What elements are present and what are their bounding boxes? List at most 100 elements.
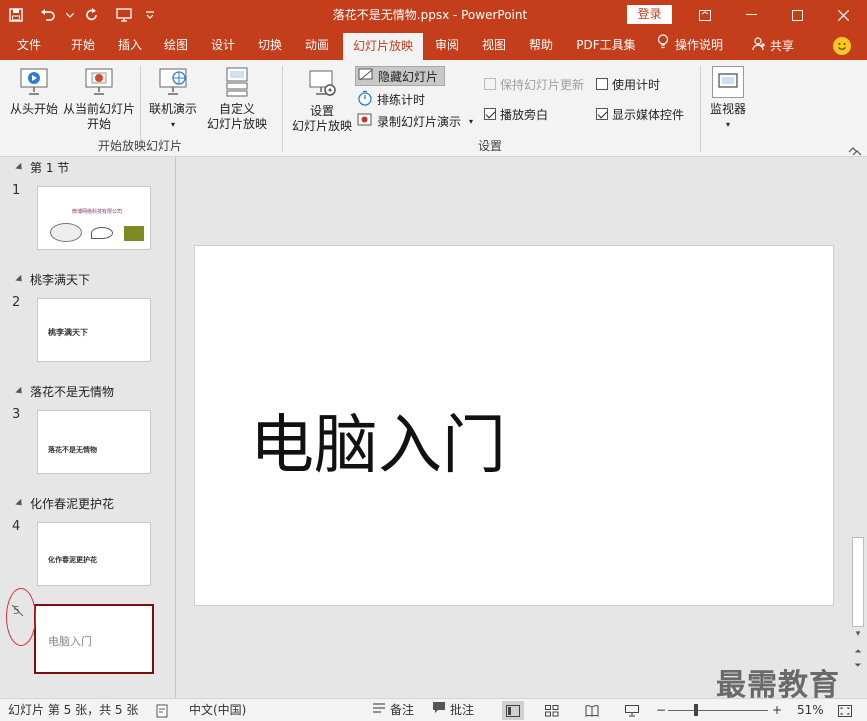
tell-me-box[interactable]: 操作说明 <box>657 30 723 60</box>
section-header[interactable]: 桃李满天下 <box>15 271 91 288</box>
tab-insert[interactable]: 插入 <box>107 30 153 60</box>
next-slide-icon[interactable]: ⏷ <box>853 661 863 671</box>
zoom-level[interactable]: 51% <box>797 699 824 721</box>
thumb-text: 微博网络科技有限公司 <box>72 209 123 215</box>
normal-view-icon[interactable] <box>502 701 524 720</box>
custom-show-label-1: 自定义 <box>218 102 255 116</box>
slide-thumbnail-5-selected[interactable]: 电脑入门 <box>34 604 154 674</box>
zoom-out-icon[interactable]: − <box>656 699 666 721</box>
title-bar: 落花不是无情物.ppsx - PowerPoint 登录 <box>0 0 867 30</box>
tab-slide-show[interactable]: 幻灯片放映 <box>343 33 423 60</box>
slide-title-text[interactable]: 电脑入门 <box>250 394 506 486</box>
use-timings-checkbox[interactable]: 使用计时 <box>596 74 660 94</box>
tab-pdf-tools[interactable]: PDF工具集 <box>570 30 642 60</box>
checkbox-icon <box>596 78 608 90</box>
close-icon[interactable] <box>820 0 866 30</box>
tab-transitions[interactable]: 切换 <box>247 30 293 60</box>
slide-show-view-icon[interactable] <box>621 701 643 720</box>
slide-thumbnail-4[interactable]: 化作春泥更护花 <box>37 522 151 586</box>
custom-show-icon <box>221 66 253 98</box>
undo-icon[interactable] <box>32 0 64 30</box>
monitor-button[interactable]: 监视器 ▾ <box>706 66 750 132</box>
maximize-icon[interactable] <box>774 0 820 30</box>
keep-updated-label: 保持幻灯片更新 <box>500 77 585 92</box>
from-current-slide-button[interactable]: 从当前幻灯片 开始 <box>62 66 136 132</box>
lightbulb-icon <box>657 30 669 60</box>
slide-counter[interactable]: 幻灯片 第 5 张，共 5 张 <box>8 699 138 721</box>
set-up-slide-show-button[interactable]: 设置 幻灯片放映 <box>290 68 354 134</box>
thumb-title: 落花不是无情物 <box>48 445 97 454</box>
play-narrations-label: 播放旁白 <box>500 107 549 122</box>
ribbon-display-options-icon[interactable] <box>682 0 728 30</box>
keep-slides-updated-checkbox[interactable]: 保持幻灯片更新 <box>484 74 584 94</box>
comments-label: 批注 <box>450 703 475 717</box>
scrollbar-thumb[interactable] <box>852 537 864 627</box>
thumb-leaf-shape <box>91 227 113 239</box>
hide-slide-icon <box>358 68 374 85</box>
section-name: 第 1 节 <box>30 161 70 175</box>
comment-icon <box>432 699 446 721</box>
redo-icon[interactable] <box>76 0 108 30</box>
customize-qat-icon[interactable] <box>140 0 160 30</box>
save-icon[interactable] <box>0 0 32 30</box>
tab-home[interactable]: 开始 <box>60 30 106 60</box>
custom-show-label-2: 幻灯片放映 <box>206 117 267 131</box>
play-narrations-checkbox[interactable]: 播放旁白 <box>484 104 548 124</box>
share-label: 共享 <box>770 38 795 53</box>
section-header[interactable]: 落花不是无情物 <box>15 383 114 400</box>
tab-file[interactable]: 文件 <box>6 30 52 60</box>
reading-view-icon[interactable] <box>581 701 603 720</box>
spelling-check-icon[interactable] <box>156 699 170 721</box>
ribbon-separator <box>282 66 283 152</box>
tab-review[interactable]: 审阅 <box>424 30 470 60</box>
section-name: 桃李满天下 <box>30 273 91 287</box>
fit-to-window-icon[interactable] <box>838 699 852 721</box>
custom-slide-show-button[interactable]: 自定义 幻灯片放映 <box>202 66 272 132</box>
rehearse-timings-button[interactable]: 排练计时 <box>357 89 425 109</box>
show-media-controls-checkbox[interactable]: 显示媒体控件 <box>596 104 684 124</box>
from-beginning-button[interactable]: 从头开始 <box>8 66 60 117</box>
zoom-slider[interactable] <box>668 710 768 711</box>
slide-thumbnail-2[interactable]: 桃李满天下 <box>37 298 151 362</box>
notes-button[interactable]: 备注 <box>372 699 414 721</box>
undo-dropdown-icon[interactable] <box>64 0 76 30</box>
tab-view[interactable]: 视图 <box>471 30 517 60</box>
globe-present-icon <box>157 66 189 98</box>
smiley-feedback-icon[interactable] <box>833 37 851 55</box>
slide-sorter-view-icon[interactable] <box>541 701 563 720</box>
slide-thumbnail-1[interactable]: 微博网络科技有限公司 <box>37 186 151 250</box>
record-slide-show-button[interactable]: 录制幻灯片演示 ▾ <box>357 111 473 131</box>
tab-animations[interactable]: 动画 <box>294 30 340 60</box>
thumb-ellipse-shape <box>50 223 82 242</box>
scroll-down-icon[interactable]: ▾ <box>853 629 863 639</box>
zoom-in-icon[interactable]: + <box>772 699 782 721</box>
slide-number: 3 <box>12 407 21 422</box>
section-header[interactable]: 第 1 节 <box>15 159 70 176</box>
present-from-start-icon[interactable] <box>108 0 140 30</box>
scroll-up-icon[interactable] <box>852 145 862 159</box>
setup-label-1: 设置 <box>309 104 334 118</box>
status-bar: 幻灯片 第 5 张，共 5 张 中文(中国) 备注 批注 − + 51% <box>0 698 867 721</box>
zoom-slider-knob[interactable] <box>694 704 698 716</box>
tab-draw[interactable]: 绘图 <box>153 30 199 60</box>
setup-label-2: 幻灯片放映 <box>291 119 352 133</box>
login-button[interactable]: 登录 <box>627 5 672 24</box>
share-button[interactable]: 共享 <box>752 30 794 60</box>
collapse-triangle-icon <box>15 162 25 173</box>
minimize-icon[interactable] <box>728 0 774 30</box>
slide-thumbnail-3[interactable]: 落花不是无情物 <box>37 410 151 474</box>
language-indicator[interactable]: 中文(中国) <box>189 699 246 721</box>
previous-slide-icon[interactable]: ⏶ <box>853 647 863 657</box>
tab-help[interactable]: 帮助 <box>518 30 564 60</box>
slide-number: 2 <box>12 295 21 310</box>
tab-design[interactable]: 设计 <box>200 30 246 60</box>
vertical-scrollbar[interactable]: ▾ ⏶ ⏷ <box>849 157 867 698</box>
hide-slide-button[interactable]: 隐藏幻灯片 <box>355 66 446 86</box>
slide-number: 4 <box>12 519 21 534</box>
section-header[interactable]: 化作春泥更护花 <box>15 495 114 512</box>
current-slide-canvas[interactable]: 电脑入门 <box>194 245 834 606</box>
start-slideshow-group-label: 开始放映幻灯片 <box>97 139 182 153</box>
comments-button[interactable]: 批注 <box>432 699 474 721</box>
present-online-button[interactable]: 联机演示 ▾ <box>146 66 200 132</box>
collapse-triangle-icon <box>15 498 25 509</box>
